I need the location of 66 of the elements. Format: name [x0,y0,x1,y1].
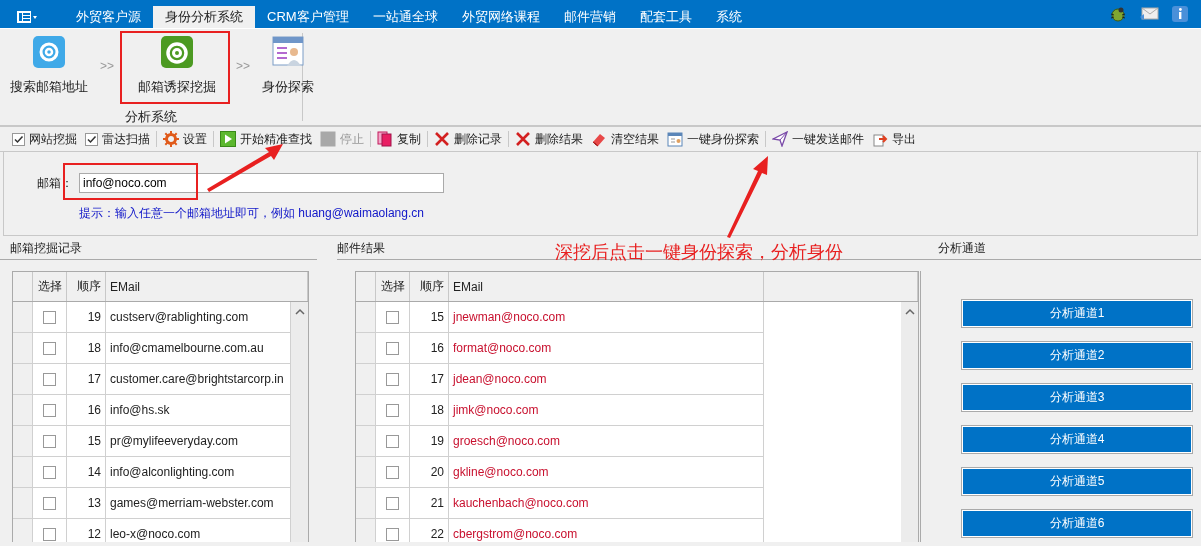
email-field[interactable]: info@noco.com [79,173,444,193]
table-cell: games@merriam-webster.com [106,488,291,519]
hint-text: 提示：输入任意一个邮箱地址即可，例如 huang@waimaolang.cn [79,205,425,222]
section-title: 邮件结果 [337,240,385,257]
checkbox-label: 雷达扫描 [102,130,150,148]
table-cell: format@noco.com [449,333,764,364]
group-label: 分析系统 [124,108,178,126]
toolbar-button[interactable]: 设置 [159,128,211,150]
table-cell: 18 [67,333,106,364]
menu-tab[interactable]: CRM客户管理 [255,6,361,28]
toolbar-button[interactable]: 一键发送邮件 [768,128,868,150]
ribbon-button[interactable]: 搜索邮箱地址 [0,33,94,96]
channel-button[interactable]: 分析通道2 [961,341,1193,370]
table-cell: jimk@noco.com [449,395,764,426]
menu-tab[interactable]: 外贸网络课程 [449,6,552,28]
toolbar-button[interactable]: 删除记录 [430,128,506,150]
table-cell: info@hs.sk [106,395,291,426]
table-cell: 13 [67,488,106,519]
ribbon-button[interactable]: 邮箱诱探挖掘 [128,33,222,96]
menu-tab[interactable]: 外贸客户源 [64,6,153,28]
table-cell: 14 [67,457,106,488]
table-cell: groesch@noco.com [449,426,764,457]
table-cell: jdean@noco.com [449,364,764,395]
menu-tab[interactable]: 邮件营销 [551,6,628,28]
section-title: 分析通道 [938,240,986,257]
table-cell: 17 [67,364,106,395]
chevron-separator: >> [236,59,251,73]
chevron-separator: >> [100,59,114,73]
table-cell: customer.care@brightstarcorp.in [106,364,291,395]
channel-button[interactable]: 分析通道3 [961,383,1193,412]
toolbar-button[interactable]: 一键身份探索 [663,128,763,150]
table-cell: 17 [410,364,449,395]
channel-button[interactable]: 分析通道6 [961,509,1193,538]
menu-tab[interactable]: 一站通全球 [360,6,450,28]
table-cell: 18 [410,395,449,426]
menu-tab[interactable]: 身份分析系统 [153,6,255,28]
table-cell: gkline@noco.com [449,457,764,488]
table-cell: 16 [410,333,449,364]
toolbar-button[interactable]: 导出 [868,128,920,150]
table-cell: 20 [410,457,449,488]
menu-tab[interactable]: 配套工具 [627,6,704,28]
table-cell: pr@mylifeeveryday.com [106,426,291,457]
table-cell: 19 [410,426,449,457]
table-cell: info@cmamelbourne.com.au [106,333,291,364]
channel-button[interactable]: 分析通道4 [961,425,1193,454]
table-cell: 16 [67,395,106,426]
toolbar-button[interactable]: 删除结果 [511,128,587,150]
channel-button[interactable]: 分析通道1 [961,299,1193,328]
checkbox-label: 网站挖掘 [29,130,77,148]
table-cell: jnewman@noco.com [449,302,764,333]
annotation-text: 深挖后点击一键身份探索，分析身份 [555,241,843,264]
channel-button[interactable]: 分析通道5 [961,467,1193,496]
table-cell: 21 [410,488,449,519]
table-cell: 15 [410,302,449,333]
section-title: 邮箱挖掘记录 [10,240,82,257]
menu-tab[interactable]: 系统 [703,6,754,28]
table-cell: info@alconlighting.com [106,457,291,488]
ribbon-button[interactable]: 身份探索 [256,33,321,96]
toolbar-button[interactable]: 清空结果 [587,128,663,150]
table-cell: custserv@rablighting.com [106,302,291,333]
email-label: 邮箱： [37,174,74,192]
table-cell: 19 [67,302,106,333]
table-cell: kauchenbach@noco.com [449,488,764,519]
toolbar-button[interactable]: 开始精准查找 [216,128,316,150]
table-cell: 15 [67,426,106,457]
toolbar-button[interactable]: 复制 [373,128,425,150]
